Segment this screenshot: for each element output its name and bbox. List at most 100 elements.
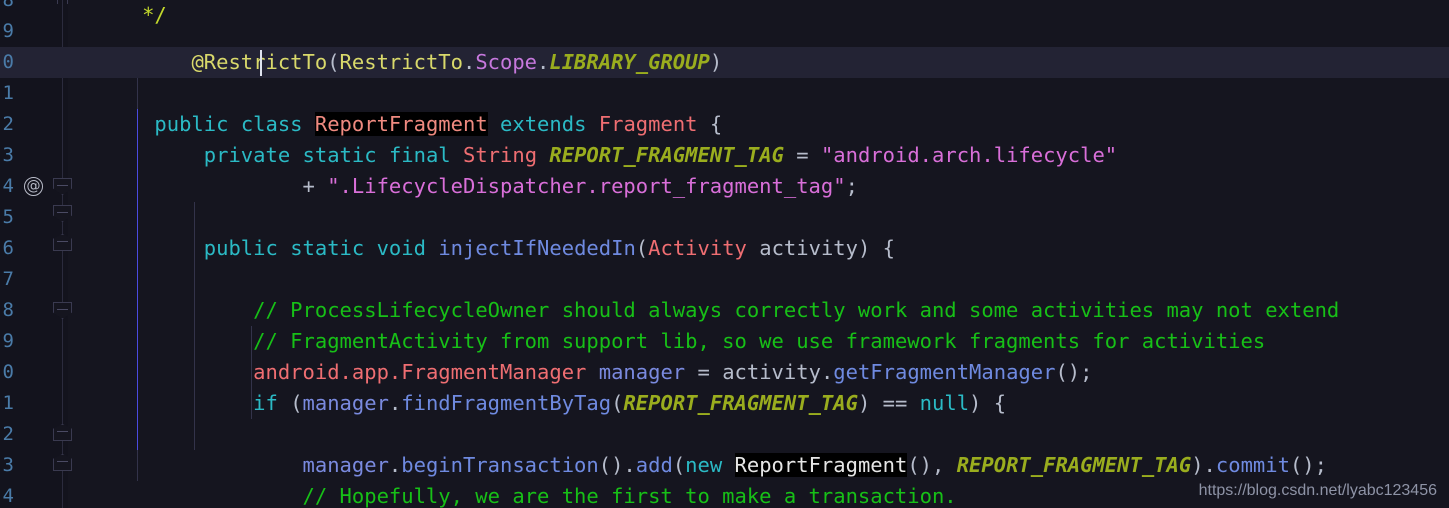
token-superclass: Fragment [598,112,698,136]
code-line[interactable]: @RestrictTo(RestrictTo.Scope.LIBRARY_GRO… [68,16,1449,74]
gutter-line[interactable]: 8 [0,295,72,326]
indent-guide [194,419,195,450]
token-javadoc-end: */ [142,3,167,27]
line-number: 0 [2,51,14,73]
gutter-line[interactable]: 4 @ [0,171,72,202]
token-kw-public: public [154,112,229,136]
gutter-line[interactable]: 4 [0,481,68,508]
active-indent-guide [137,109,138,140]
gutter-line[interactable]: 7 [0,264,68,295]
line-number: 8 [2,0,14,11]
active-indent-guide [137,140,138,171]
token-const-tag: REPORT_FRAGMENT_TAG [956,453,1192,477]
line-number: 6 [2,237,14,259]
token-method-begintransaction[interactable]: beginTransaction [401,453,598,477]
gutter-line[interactable]: 1 [0,78,68,109]
active-indent-guide [137,388,138,419]
token-const-tag: REPORT_FRAGMENT_TAG [549,143,784,167]
watermark-url: https://blog.csdn.net/lyabc123456 [1198,482,1437,499]
token-comment-2: // FragmentActivity from support lib, so… [253,329,1266,353]
line-number: 9 [2,20,14,42]
token-kw-class: class [240,112,303,136]
gutter-line[interactable]: 2 [0,109,68,140]
editor-gutter[interactable]: 8 9 0 1 2 3 4 @ 5 6 7 8 9 0 1 2 3 4 [0,0,72,508]
active-indent-guide [137,357,138,388]
token-kw-private: private [203,143,291,167]
token-const-tag: REPORT_FRAGMENT_TAG [623,391,858,415]
line-number: 0 [2,361,14,383]
token-kw-final: final [388,143,451,167]
code-line[interactable]: */ [68,0,1449,26]
active-indent-guide [137,295,138,326]
token-kw-if: if [253,391,278,415]
annotation-marker-icon[interactable]: @ [24,177,43,196]
gutter-line[interactable]: 2 [0,419,72,450]
line-number: 5 [2,206,14,228]
indent-guide [137,78,138,109]
token-kw-new: new [685,453,723,477]
gutter-line[interactable]: 9 [0,16,68,47]
line-number: 9 [2,330,14,352]
indent-guide [194,264,195,295]
line-number: 3 [2,144,14,166]
gutter-line[interactable]: 6 [0,233,72,264]
token-type-fragmentmanager: android.app.FragmentManager [253,360,587,384]
line-number: 7 [2,268,14,290]
line-number: 1 [2,82,14,104]
indent-guide [194,202,195,233]
code-line[interactable]: android.app.FragmentManager manager = ac… [68,264,1449,384]
fold-region-stub-icon[interactable] [57,0,68,4]
token-type-activity: Activity [648,236,747,260]
code-editor[interactable]: 8 9 0 1 2 3 4 @ 5 6 7 8 9 0 1 2 3 4 */ (… [0,0,1449,508]
token-string-dispatcher: ".LifecycleDispatcher.report_fragment_ta… [327,174,846,198]
token-type-string: String [463,143,538,167]
code-line[interactable]: // ProcessLifecycleOwner should always c… [68,202,1449,322]
line-number: 8 [2,299,14,321]
token-kw-null: null [919,391,970,415]
token-kw-static: static [302,143,377,167]
code-content[interactable]: */ @RestrictTo(RestrictTo.Scope.LIBRARY_… [68,0,1449,508]
gutter-line[interactable]: 5 [0,202,72,233]
token-method-findfragmentbytag[interactable]: findFragmentByTag [401,391,611,415]
token-var-manager: manager [302,453,389,477]
token-annotation-field: Scope [475,50,538,74]
gutter-line[interactable]: 0 [0,357,68,388]
token-class-name-highlighted[interactable]: ReportFragment [734,453,908,477]
gutter-line[interactable]: 3 [0,450,72,481]
token-method-getfragmentmanager[interactable]: getFragmentManager [833,360,1055,384]
token-kw-static: static [290,236,365,260]
active-indent-guide [137,326,138,357]
active-indent-guide [137,171,138,202]
token-var-manager: manager [598,360,686,384]
token-var-manager: manager [302,391,389,415]
token-class-name-highlighted[interactable]: ReportFragment [314,112,488,136]
token-annotation-const: LIBRARY_GROUP [549,50,710,74]
line-number: 2 [2,423,14,445]
line-number: 1 [2,392,14,414]
gutter-line[interactable]: 3 [0,140,68,171]
token-method-inject[interactable]: injectIfNeededIn [438,236,635,260]
gutter-line[interactable]: 1 [0,388,68,419]
active-indent-guide [137,233,138,264]
indent-guide [137,450,138,481]
token-string-lifecycle: "android.arch.lifecycle" [820,143,1118,167]
line-number: 4 [2,485,14,507]
line-number: 4 [2,175,14,197]
active-indent-guide [137,202,138,233]
token-kw-extends: extends [500,112,587,136]
gutter-line[interactable]: 9 [0,326,68,357]
code-line[interactable]: } [68,419,1449,450]
text-caret [260,50,262,76]
token-comment-1: // ProcessLifecycleOwner should always c… [253,298,1340,322]
line-number: 2 [2,113,14,135]
gutter-line[interactable]: 8 [0,0,68,16]
token-method-commit[interactable]: commit [1216,453,1290,477]
token-annotation-class: RestrictTo [339,50,463,74]
gutter-line-current[interactable]: 0 [0,47,68,78]
token-method-add[interactable]: add [636,453,673,477]
token-kw-public: public [203,236,278,260]
code-line[interactable]: private static final String REPORT_FRAGM… [68,78,1449,167]
token-comment-3: // Hopefully, we are the first to make a… [302,484,957,508]
token-kw-void: void [376,236,426,260]
line-number: 3 [2,454,14,476]
